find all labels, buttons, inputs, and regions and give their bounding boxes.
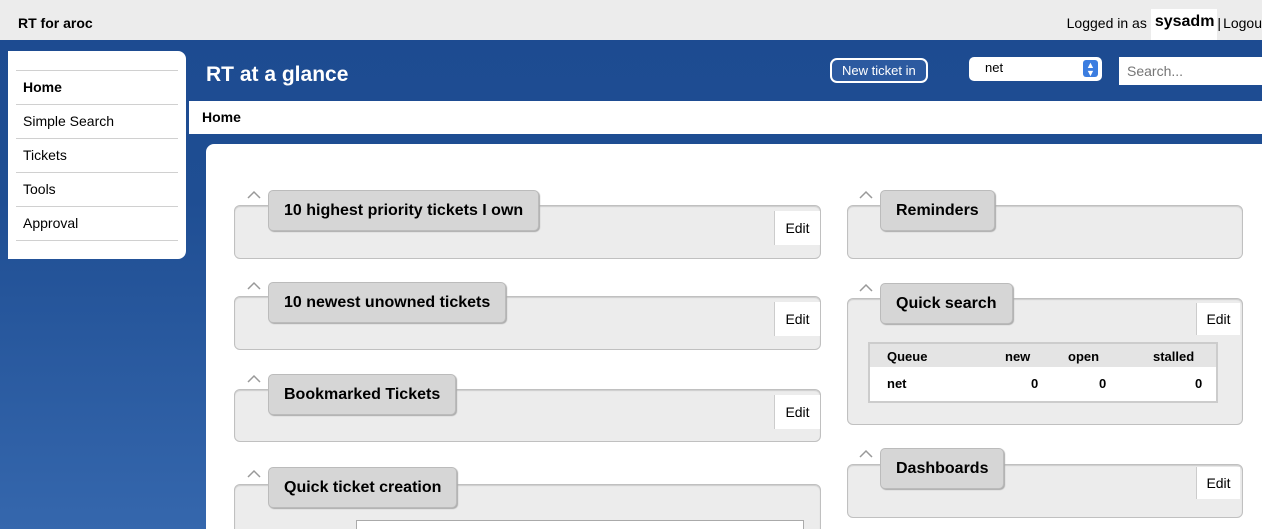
edit-button[interactable]: Edit — [774, 302, 820, 336]
edit-button[interactable]: Edit — [774, 211, 820, 245]
widget-title: 10 newest unowned tickets — [268, 282, 507, 323]
logged-in-label: Logged in as — [1066, 15, 1147, 31]
nav-item-approval[interactable]: Approval — [16, 206, 178, 241]
app-title: RT for aroc — [18, 15, 93, 31]
quick-ticket-subject-input[interactable] — [356, 520, 804, 529]
collapse-toggle-icon[interactable] — [859, 190, 875, 202]
widget-title: Quick search — [880, 283, 1013, 324]
edit-button[interactable]: Edit — [1196, 303, 1240, 335]
count-open[interactable]: 0 — [1099, 376, 1106, 391]
widget-title: Reminders — [880, 190, 995, 231]
widget-title: 10 highest priority tickets I own — [268, 190, 540, 231]
quick-search-table: Queue new open stalled net 0 0 0 — [868, 342, 1218, 403]
queue-select[interactable]: net ▲ ▼ — [969, 57, 1102, 81]
collapse-toggle-icon[interactable] — [859, 449, 875, 461]
count-new[interactable]: 0 — [1031, 376, 1038, 391]
breadcrumb: Home — [202, 109, 241, 125]
nav-item-simple-search[interactable]: Simple Search — [16, 104, 178, 138]
collapse-toggle-icon[interactable] — [247, 469, 263, 481]
collapse-toggle-icon[interactable] — [859, 283, 875, 295]
widget-title: Quick ticket creation — [268, 467, 458, 508]
count-stalled[interactable]: 0 — [1195, 376, 1202, 391]
nav-item-tickets[interactable]: Tickets — [16, 138, 178, 172]
search-input[interactable] — [1119, 57, 1262, 85]
queue-link[interactable]: net — [887, 376, 907, 391]
top-bar: RT for aroc Logged in as sysadm | Logou — [0, 0, 1262, 40]
column-header-open: open — [1068, 349, 1100, 364]
breadcrumb-bar: Home — [189, 101, 1262, 134]
table-row[interactable]: net 0 0 0 — [870, 367, 1216, 401]
queue-select-value: net — [985, 60, 1004, 75]
collapse-toggle-icon[interactable] — [247, 190, 263, 202]
new-ticket-button[interactable]: New ticket in — [830, 58, 928, 83]
edit-button[interactable]: Edit — [1196, 467, 1240, 499]
nav-item-tools[interactable]: Tools — [16, 172, 178, 206]
nav-item-home[interactable]: Home — [16, 70, 178, 104]
page-title: RT at a glance — [206, 63, 349, 86]
widget-title: Bookmarked Tickets — [268, 374, 457, 415]
logout-link[interactable]: Logou — [1223, 9, 1262, 31]
widget-title: Dashboards — [880, 448, 1005, 489]
login-status: Logged in as sysadm | Logou — [1067, 9, 1262, 40]
column-header-new: new — [1005, 349, 1031, 364]
username[interactable]: sysadm — [1150, 9, 1218, 40]
collapse-toggle-icon[interactable] — [247, 281, 263, 293]
select-arrows-icon: ▲ ▼ — [1083, 60, 1098, 78]
login-separator: | — [1217, 15, 1222, 31]
column-header-stalled: stalled — [1153, 349, 1195, 364]
left-navigation: Home Simple Search Tickets Tools Approva… — [8, 51, 186, 259]
column-header-queue: Queue — [887, 349, 928, 364]
edit-button[interactable]: Edit — [774, 395, 820, 429]
table-header: Queue new open stalled — [870, 344, 1216, 367]
collapse-toggle-icon[interactable] — [247, 374, 263, 386]
